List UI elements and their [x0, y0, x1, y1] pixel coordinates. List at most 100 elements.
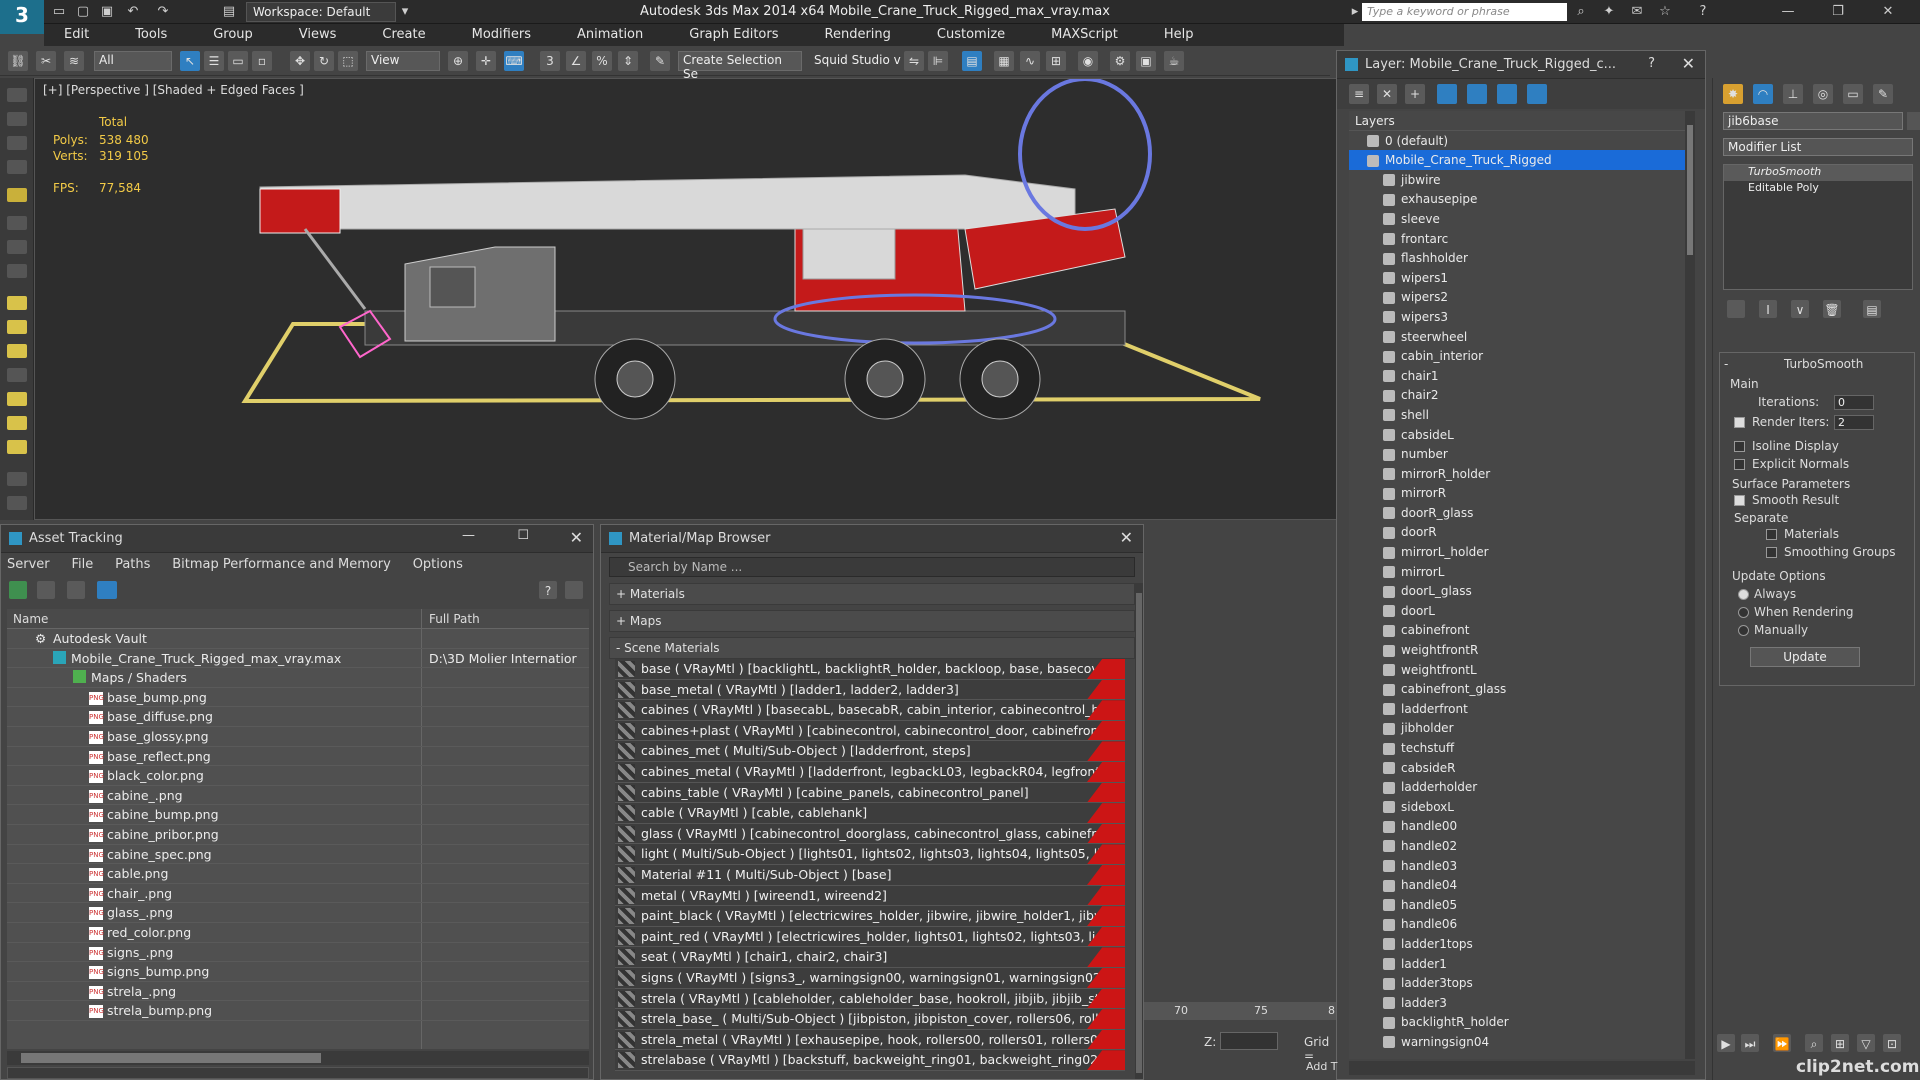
menu-bitmap-performance[interactable]: Bitmap Performance and Memory	[172, 557, 391, 572]
layer-object-row[interactable]: chair1	[1349, 366, 1685, 386]
menu-maxscript[interactable]: MAXScript	[1021, 24, 1134, 42]
table-row[interactable]: PNG black_color.png	[7, 766, 589, 786]
undo-icon[interactable]: ↶	[124, 3, 142, 21]
render-iters-spinner[interactable]: 2	[1834, 415, 1874, 430]
freeze-layers-icon[interactable]	[1527, 84, 1547, 104]
go-to-end-icon[interactable]: ⏩	[1773, 1034, 1791, 1052]
chevron-down-icon[interactable]: ▾	[396, 3, 414, 21]
tool-strip-icon[interactable]	[7, 136, 27, 150]
configure-modifier-sets-icon[interactable]: ▤	[1863, 300, 1881, 318]
tool-strip-icon[interactable]	[7, 392, 27, 406]
new-file-icon[interactable]: ▭	[50, 3, 68, 21]
asset-tracking-titlebar[interactable]: Asset Tracking — ☐ ✕	[1, 525, 593, 553]
material-row[interactable]: Material #11 ( Multi/Sub-Object ) [base]	[615, 864, 1125, 886]
material-row[interactable]: paint_red ( VRayMtl ) [electricwires_hol…	[615, 926, 1125, 948]
table-row[interactable]: PNG cable.png	[7, 864, 589, 884]
table-row[interactable]: Mobile_Crane_Truck_Rigged_max_vray.max D:…	[7, 649, 589, 669]
pin-stack-icon[interactable]	[1727, 300, 1745, 318]
layer-object-row[interactable]: doorR	[1349, 522, 1685, 542]
select-by-name-icon[interactable]: ☰	[204, 51, 224, 71]
group-maps[interactable]: + Maps	[609, 610, 1135, 632]
layer-object-row[interactable]: mirrorL_holder	[1349, 542, 1685, 562]
select-object-icon[interactable]: ↖	[180, 51, 200, 71]
add-to-layer-icon[interactable]: +	[1405, 84, 1425, 104]
tool-strip-icon[interactable]	[7, 440, 27, 454]
layer-object-row[interactable]: cabinefront_glass	[1349, 679, 1685, 699]
layer-object-row[interactable]: handle02	[1349, 836, 1685, 856]
group-scene-materials[interactable]: - Scene Materials	[609, 637, 1135, 659]
z-coordinate-input[interactable]	[1220, 1032, 1278, 1050]
add-time-tag[interactable]: Add T	[1306, 1060, 1338, 1073]
modifier-list-dropdown[interactable]: Modifier List	[1723, 138, 1913, 156]
help-icon[interactable]: ?	[1648, 56, 1655, 71]
close-icon[interactable]: ✕	[570, 528, 583, 547]
tool-strip-icon[interactable]	[7, 216, 27, 230]
material-row[interactable]: strela_base_ ( Multi/Sub-Object ) [jibpi…	[615, 1009, 1125, 1030]
track-bar[interactable]: 70 75 8	[1144, 1002, 1336, 1020]
binoculars-icon[interactable]: ⌕	[1572, 3, 1590, 21]
layer-object-row[interactable]: flashholder	[1349, 248, 1685, 268]
stack-item-turbosmooth[interactable]: TurboSmooth	[1724, 165, 1912, 181]
material-search-input[interactable]: Search by Name ...	[609, 557, 1135, 577]
tool-strip-icon[interactable]	[7, 496, 27, 510]
help-icon[interactable]: ?	[1694, 3, 1712, 21]
toggle-ribbon-icon[interactable]: ▦	[994, 51, 1014, 71]
material-row[interactable]: strelabase ( VRayMtl ) [backstuff, backw…	[615, 1050, 1125, 1071]
modify-tab-icon[interactable]: ◠	[1753, 84, 1773, 104]
align-icon[interactable]: ⊫	[928, 51, 948, 71]
menu-create[interactable]: Create	[352, 24, 441, 42]
material-row[interactable]: cable ( VRayMtl ) [cable, cablehank]	[615, 803, 1125, 824]
layer-object-row[interactable]: warningsign04	[1349, 1032, 1685, 1052]
list-view-icon[interactable]	[37, 581, 55, 599]
material-row[interactable]: glass ( VRayMtl ) [cabinecontrol_doorgla…	[615, 823, 1125, 845]
material-browser-titlebar[interactable]: Material/Map Browser ✕	[601, 525, 1143, 553]
mirror-icon[interactable]: ⇋	[904, 51, 924, 71]
iterations-spinner[interactable]: 0	[1834, 395, 1874, 410]
display-tab-icon[interactable]: ▭	[1843, 84, 1863, 104]
menu-customize[interactable]: Customize	[907, 24, 1021, 42]
close-icon[interactable]: ✕	[1682, 54, 1695, 73]
close-icon[interactable]: ✕	[1872, 2, 1904, 22]
layer-object-row[interactable]: wipers1	[1349, 268, 1685, 288]
render-production-icon[interactable]: ☕	[1164, 51, 1184, 71]
percent-snap-icon[interactable]: %	[592, 51, 612, 71]
menu-options[interactable]: Options	[413, 557, 463, 572]
tool-strip-icon[interactable]	[7, 472, 27, 486]
material-row[interactable]: base_metal ( VRayMtl ) [ladder1, ladder2…	[615, 679, 1125, 701]
hierarchy-tab-icon[interactable]: ⊥	[1783, 84, 1803, 104]
schematic-view-icon[interactable]: ⊞	[1046, 51, 1066, 71]
snaps-toggle-icon[interactable]: 3	[540, 51, 560, 71]
menu-graph-editors[interactable]: Graph Editors	[659, 24, 794, 42]
communication-icon[interactable]: ✉	[1628, 3, 1646, 21]
rollout-title[interactable]: TurboSmooth	[1784, 357, 1863, 371]
link-icon[interactable]: ⛓	[8, 51, 28, 71]
layer-object-row[interactable]: ladder3tops	[1349, 973, 1685, 993]
spinner-snap-icon[interactable]: ⇕	[618, 51, 638, 71]
tool-strip-icon[interactable]	[7, 296, 27, 310]
pin-icon[interactable]	[565, 581, 583, 599]
subscription-icon[interactable]: ✦	[1600, 3, 1618, 21]
tool-strip-icon[interactable]	[7, 160, 27, 174]
layer-object-row[interactable]: mirrorL	[1349, 562, 1685, 582]
table-row[interactable]: PNG cabine_spec.png	[7, 845, 589, 865]
layer-object-row[interactable]: doorL	[1349, 601, 1685, 621]
layer-object-row[interactable]: exhausepipe	[1349, 189, 1685, 209]
open-file-icon[interactable]: ▢	[74, 3, 92, 21]
rollout-collapse-icon[interactable]: -	[1724, 357, 1728, 371]
material-row[interactable]: cabines ( VRayMtl ) [basecabL, basecabR,…	[615, 700, 1125, 721]
field-of-view-icon[interactable]: ▽	[1857, 1034, 1875, 1052]
render-iters-checkbox[interactable]	[1734, 417, 1745, 428]
perspective-viewport[interactable]: [+] [Perspective ] [Shaded + Edged Faces…	[34, 78, 1338, 520]
layer-object-row[interactable]: mirrorR	[1349, 483, 1685, 503]
help-icon[interactable]: ?	[539, 581, 557, 599]
scrollbar-thumb[interactable]	[1136, 593, 1142, 1073]
layer-explorer-titlebar[interactable]: Layer: Mobile_Crane_Truck_Rigged_c... ? …	[1337, 51, 1705, 79]
app-logo-icon[interactable]: 3	[0, 0, 44, 34]
table-row[interactable]: PNG glass_.png	[7, 903, 589, 923]
pivot-icon[interactable]: ⊕	[448, 51, 468, 71]
table-row[interactable]: PNG base_reflect.png	[7, 747, 589, 767]
materials-checkbox[interactable]	[1766, 529, 1777, 540]
layer-object-row[interactable]: ladder1tops	[1349, 934, 1685, 954]
menu-rendering[interactable]: Rendering	[795, 24, 907, 42]
layer-object-row[interactable]: steerwheel	[1349, 327, 1685, 347]
